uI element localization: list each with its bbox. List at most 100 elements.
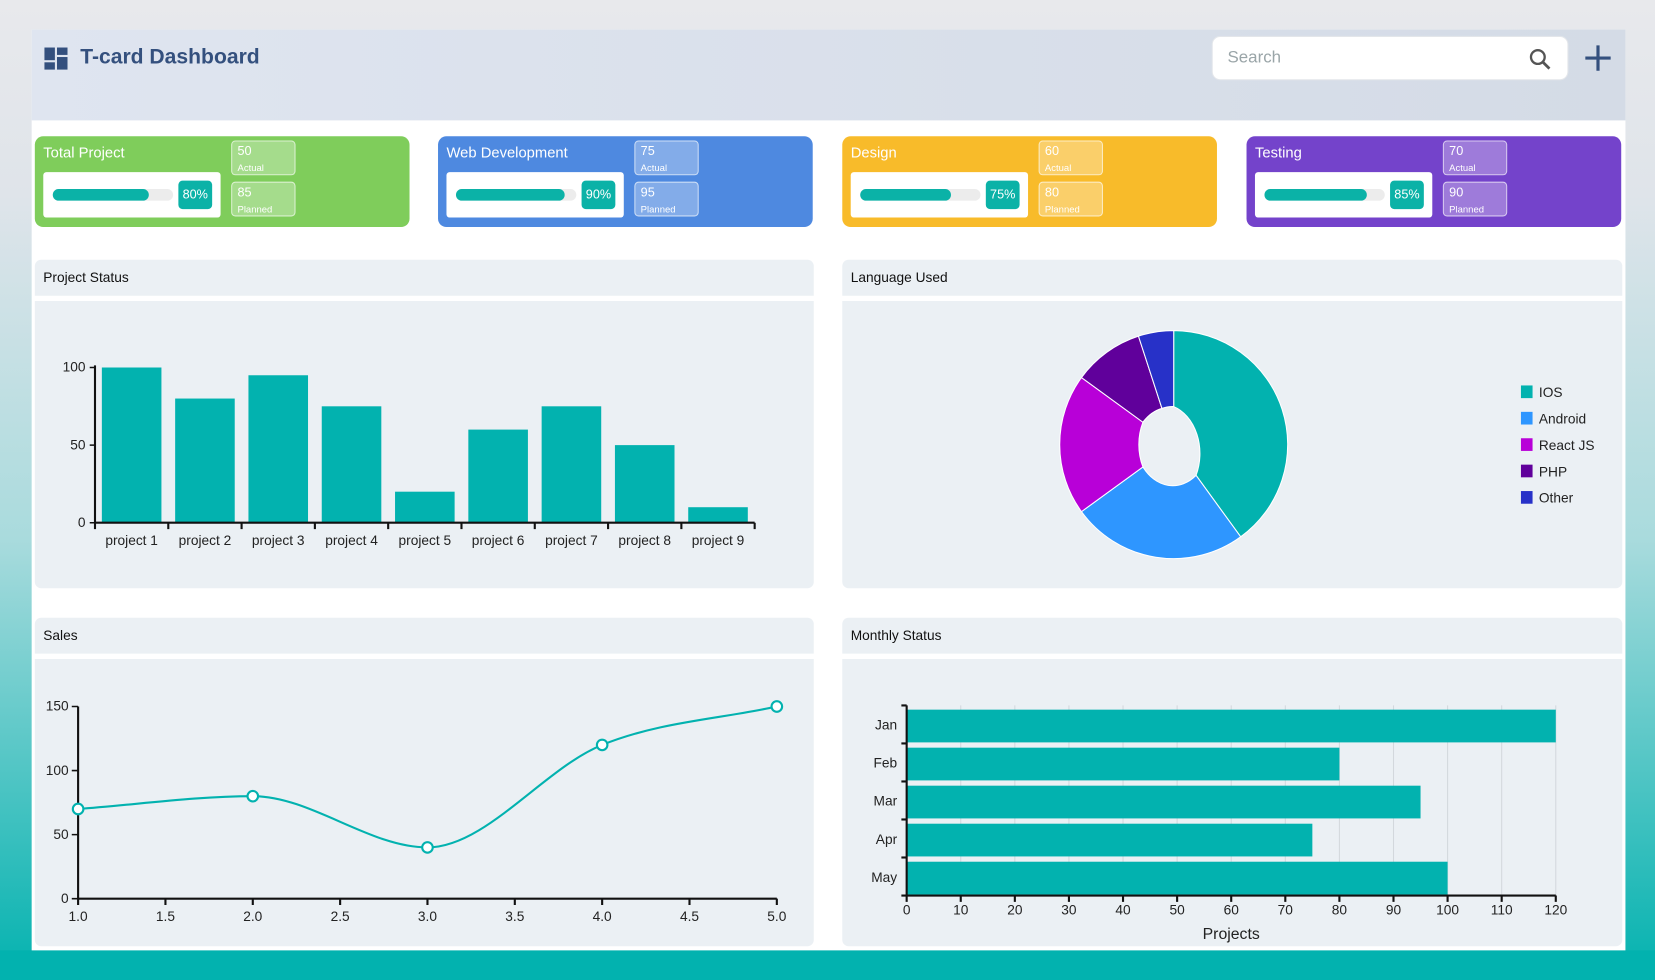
planned-label: Planned [1044, 203, 1080, 215]
x-tick-label: 2.5 [331, 909, 350, 924]
footer-band [0, 950, 1655, 980]
actual-stat: 70 Actual [1442, 140, 1508, 176]
bar [248, 375, 309, 523]
planned-value: 90 [1449, 184, 1464, 200]
y-tick-label: 50 [70, 437, 86, 452]
x-axis-label: Projects [1203, 926, 1260, 943]
x-tick-label: project 1 [105, 533, 158, 548]
progress-bar [860, 189, 981, 201]
x-tick-label: 50 [1169, 903, 1185, 918]
progress-badge: 75% [985, 180, 1020, 210]
legend-label: Android [1539, 411, 1586, 426]
sales-header: Sales [34, 617, 814, 654]
legend-swatch [1520, 411, 1533, 425]
card-title: Total Project [43, 143, 125, 161]
planned-value: 95 [640, 184, 655, 200]
actual-value: 75 [640, 143, 655, 159]
x-tick-label: 5.0 [767, 909, 786, 924]
actual-label: Actual [1449, 162, 1476, 174]
bar [614, 445, 675, 523]
progress-fill [52, 189, 150, 201]
card-title: Design [850, 143, 897, 161]
data-point [246, 789, 260, 803]
progress-box: 75% [850, 172, 1029, 218]
x-tick-label: 1.0 [69, 909, 88, 924]
x-tick-label: 20 [1007, 903, 1023, 918]
actual-label: Actual [640, 162, 668, 174]
x-tick-label: 30 [1061, 903, 1077, 918]
y-tick-label: Jan [875, 718, 897, 733]
bar [321, 406, 382, 523]
monthly-status-panel: Jan Feb Mar Apr May 0 10 20 30 40 50 60 70 80 90 100 110… [842, 658, 1623, 947]
planned-label: Planned [237, 203, 273, 215]
x-tick-label: 70 [1278, 903, 1294, 918]
x-tick-label: project 2 [179, 533, 232, 548]
monthly-status-header: Monthly Status [842, 617, 1623, 654]
y-tick-label: Mar [874, 794, 898, 809]
y-tick-label: Apr [876, 832, 898, 847]
legend-label: IOS [1539, 385, 1563, 400]
card-total-project[interactable]: Total Project 80% 50 Actual 85 Planned [34, 136, 410, 228]
x-tick-label: 1.5 [156, 909, 175, 924]
y-tick-label: Feb [874, 756, 898, 771]
data-point [71, 802, 85, 816]
planned-value: 85 [237, 184, 252, 200]
x-tick-label: 10 [953, 903, 969, 918]
planned-label: Planned [640, 203, 676, 215]
data-point [595, 738, 609, 752]
data-point [770, 700, 784, 713]
sales-chart: 0 50 100 150 1.0 1.5 2.0 2.5 3.0 3.5 4.0 4.5 5.0 [46, 699, 787, 924]
progress-box: 90% [446, 172, 624, 218]
search-input[interactable] [1225, 47, 1515, 69]
bar [101, 367, 162, 523]
planned-stat: 85 Planned [231, 181, 296, 217]
x-tick-label: 90 [1386, 903, 1402, 918]
project-status-header: Project Status [34, 259, 814, 296]
progress-fill [1264, 189, 1367, 201]
bar [906, 785, 1421, 819]
project-status-panel: 0 50 100 project 1 project 2 project 3 project… [34, 300, 814, 589]
x-tick-label: 100 [1436, 903, 1459, 918]
planned-stat: 95 Planned [634, 181, 699, 217]
language-used-chart: IOS Android React JS PHP Other [1059, 330, 1595, 560]
x-tick-label: 4.5 [680, 909, 699, 924]
search-box[interactable] [1211, 35, 1569, 81]
card-testing[interactable]: Testing 85% 70 Actual 90 Planned [1246, 136, 1622, 228]
actual-stat: 75 Actual [634, 140, 699, 176]
card-design[interactable]: Design 75% 60 Actual 80 Planned [842, 136, 1217, 228]
x-tick-label: 0 [903, 903, 911, 918]
legend-label: Other [1539, 491, 1574, 506]
bar [906, 823, 1313, 857]
x-tick-label: project 5 [399, 533, 452, 548]
monthly-status-chart: Jan Feb Mar Apr May 0 10 20 30 40 50 60 70 80 90 100 110… [871, 704, 1568, 943]
x-tick-label: 3.5 [505, 909, 524, 924]
search-icon[interactable] [1527, 46, 1552, 71]
planned-label: Planned [1449, 203, 1485, 215]
legend-swatch [1520, 438, 1533, 451]
bar [175, 398, 235, 523]
x-tick-label: 3.0 [418, 909, 437, 924]
progress-badge: 90% [581, 180, 616, 210]
x-tick-label: 2.0 [243, 909, 262, 924]
y-tick-label: May [871, 870, 897, 885]
sales-panel: 0 50 100 150 1.0 1.5 2.0 2.5 3.0 3.5 4.0 4.5 5.0 [34, 658, 814, 947]
progress-fill [455, 189, 565, 201]
bar [906, 861, 1448, 895]
add-icon[interactable] [1582, 42, 1614, 74]
planned-stat: 90 Planned [1442, 181, 1508, 217]
actual-value: 50 [237, 143, 252, 159]
bar [906, 747, 1340, 781]
progress-box: 85% [1254, 172, 1433, 218]
progress-badge: 80% [178, 180, 213, 210]
card-web-development[interactable]: Web Development 90% 75 Actual 95 Planned [438, 136, 813, 228]
bar [906, 709, 1556, 743]
y-tick-label: 150 [46, 699, 69, 714]
card-title: Testing [1254, 143, 1302, 161]
planned-stat: 80 Planned [1038, 181, 1103, 217]
legend-label: PHP [1539, 464, 1567, 479]
progress-box: 80% [43, 172, 221, 218]
y-tick-label: 100 [63, 360, 86, 375]
progress-bar [52, 189, 174, 201]
sales-line [78, 705, 778, 849]
y-tick-label: 0 [78, 515, 86, 530]
